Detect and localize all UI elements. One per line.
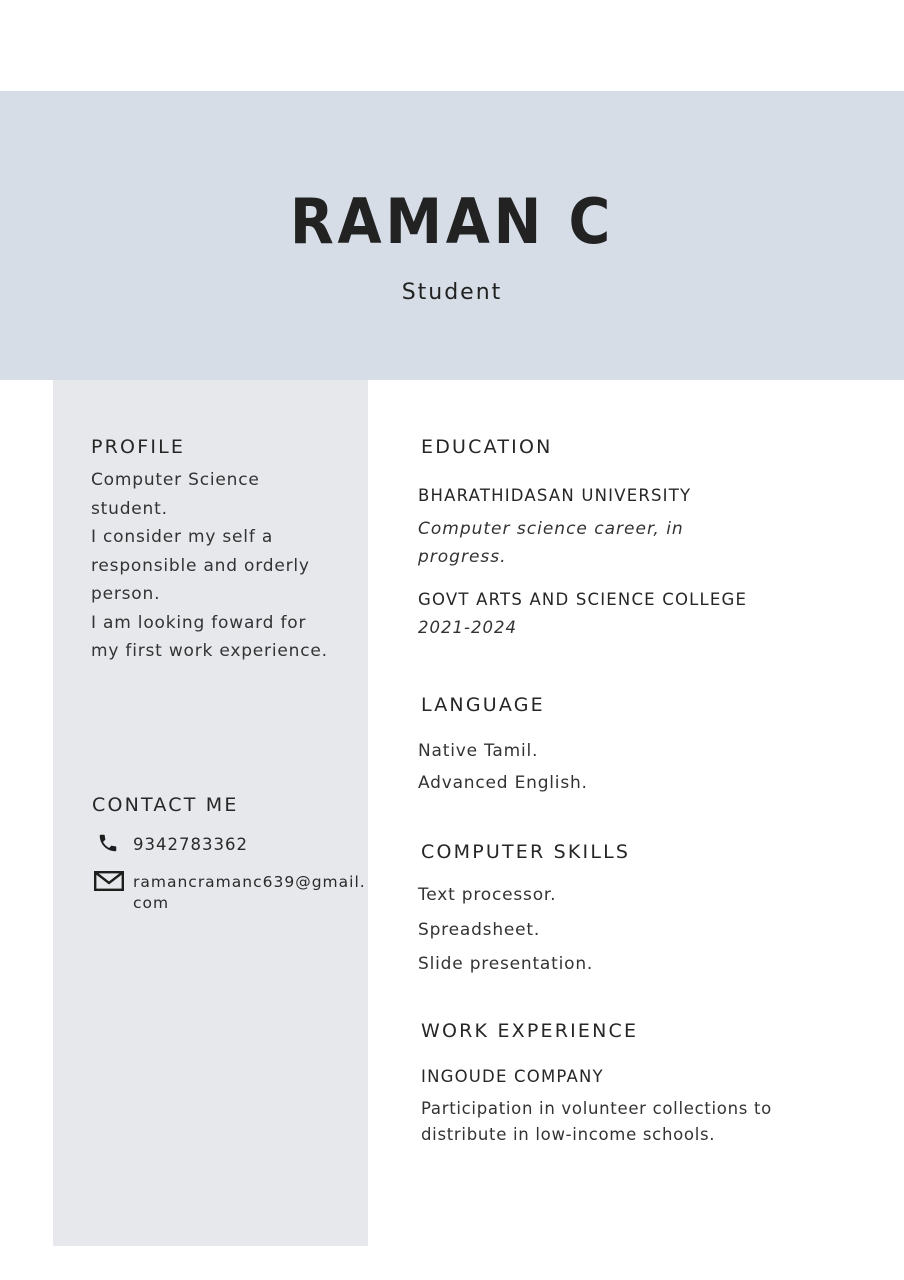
- language-list: Native Tamil. Advanced English.: [418, 735, 588, 799]
- profile-line: person.: [91, 584, 161, 604]
- email-address[interactable]: ramancramanc639@gmail. com: [133, 872, 366, 914]
- skills-list: Text processor. Spreadsheet. Slide prese…: [418, 878, 593, 982]
- company-name: INGOUDE COMPANY: [421, 1067, 604, 1086]
- mail-icon: [94, 871, 124, 891]
- school-detail: Computer science career, in progress.: [418, 515, 858, 571]
- profile-text: Computer Science student. I consider my …: [91, 466, 361, 666]
- skill-item: Text processor.: [418, 885, 557, 905]
- email-line: com: [133, 894, 170, 912]
- contact-heading: CONTACT ME: [92, 794, 239, 816]
- skill-item: Spreadsheet.: [418, 919, 541, 940]
- phone-number[interactable]: 9342783362: [133, 834, 248, 855]
- work-description: Participation in volunteer collections t…: [421, 1096, 861, 1148]
- profile-line: I am looking foward for: [91, 612, 307, 633]
- profile-heading: PROFILE: [91, 436, 186, 458]
- school-name: BHARATHIDASAN UNIVERSITY: [418, 486, 692, 505]
- detail-line: Computer science career, in: [418, 519, 684, 539]
- work-heading: WORK EXPERIENCE: [421, 1020, 639, 1042]
- school-name: GOVT ARTS AND SCIENCE COLLEGE: [418, 590, 748, 609]
- profile-line: responsible and orderly: [91, 555, 310, 576]
- profile-line: my first work experience.: [91, 641, 328, 661]
- school-years: 2021-2024: [418, 618, 517, 637]
- language-item: Advanced English.: [418, 773, 588, 793]
- computer-skills-heading: COMPUTER SKILLS: [421, 841, 631, 863]
- education-heading: EDUCATION: [421, 436, 553, 458]
- skill-item: Slide presentation.: [418, 954, 594, 974]
- profile-line: I consider my self a: [91, 527, 274, 547]
- phone-icon: [99, 834, 117, 852]
- work-desc-line: Participation in volunteer collections t…: [421, 1099, 772, 1118]
- candidate-name: RAMAN C: [289, 185, 615, 258]
- detail-line: progress.: [418, 547, 507, 567]
- language-heading: LANGUAGE: [421, 694, 545, 716]
- email-line: ramancramanc639@gmail.: [133, 873, 366, 891]
- language-item: Native Tamil.: [418, 741, 539, 761]
- candidate-role: Student: [401, 280, 503, 305]
- work-desc-line: distribute in low-income schools.: [421, 1125, 716, 1144]
- profile-line: Computer Science: [91, 470, 260, 490]
- profile-line: student.: [91, 498, 168, 519]
